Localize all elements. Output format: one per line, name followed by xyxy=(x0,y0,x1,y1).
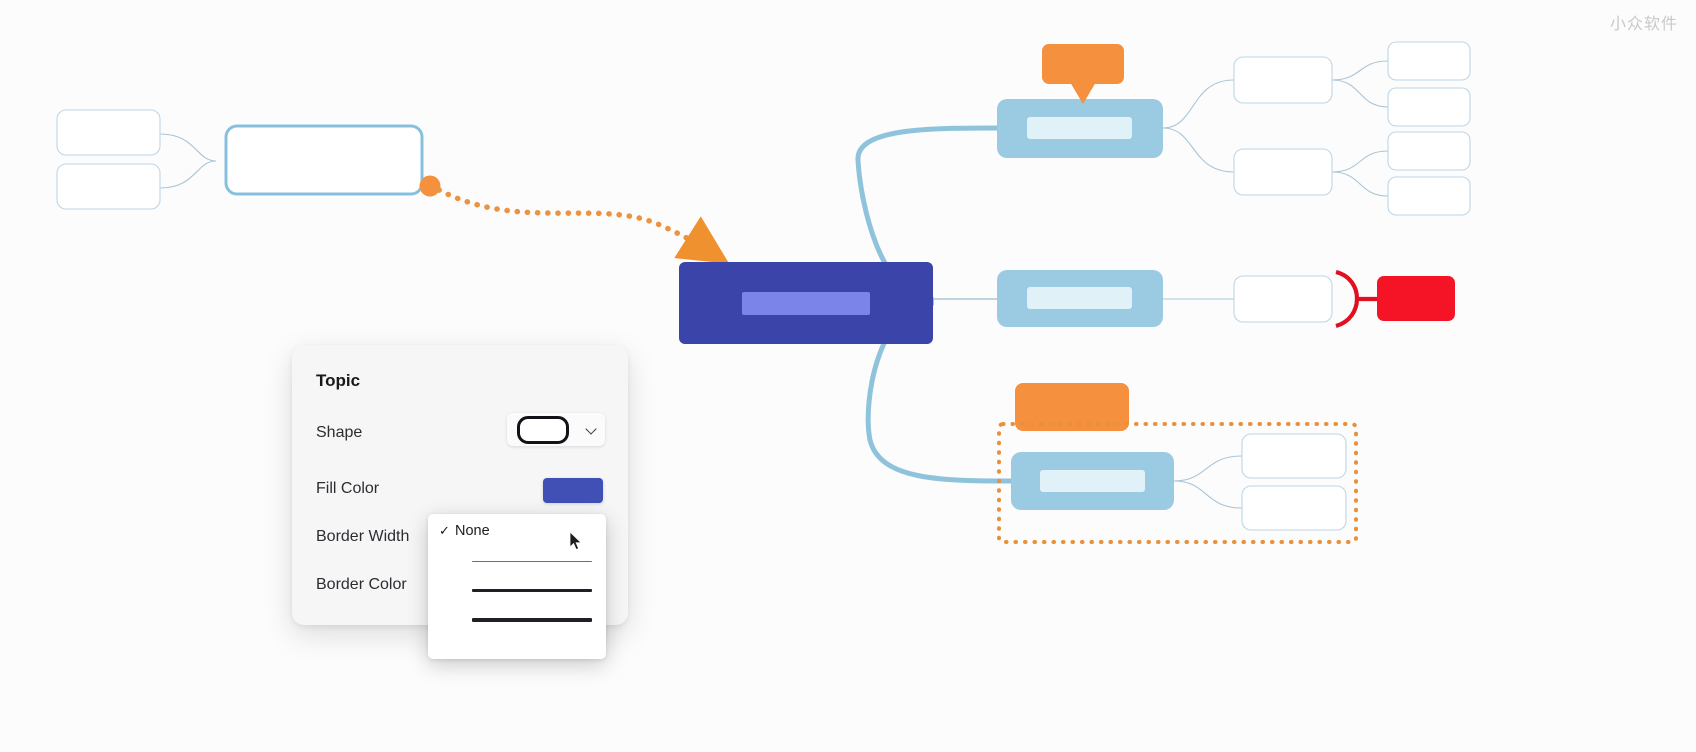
left-child-node-1[interactable] xyxy=(56,109,161,156)
child-node-6[interactable] xyxy=(1241,433,1347,479)
shape-select[interactable] xyxy=(507,413,605,446)
dropdown-item-label: None xyxy=(455,522,490,539)
line-weight-preview xyxy=(455,617,606,622)
subtopic-node-middle[interactable] xyxy=(997,270,1163,327)
red-connector xyxy=(1335,269,1378,329)
child-node-2[interactable] xyxy=(1233,148,1333,196)
lower-branch-connectors xyxy=(1173,455,1243,509)
border-width-label: Border Width xyxy=(316,528,410,545)
line-weight-preview xyxy=(455,560,606,563)
mindmap-canvas[interactable]: 小众软件 Topic Shape Fill Color Border Width… xyxy=(0,0,1696,752)
check-icon: ✓ xyxy=(439,523,450,538)
chevron-down-icon xyxy=(586,424,598,436)
line-weight-swatch xyxy=(472,589,592,592)
dropdown-item[interactable] xyxy=(428,547,606,576)
panel-title: Topic xyxy=(316,371,361,390)
grandchild-node-3[interactable] xyxy=(1387,131,1471,171)
mindmap-graph[interactable] xyxy=(0,0,1696,752)
subtopic-node-lower[interactable] xyxy=(1011,452,1174,510)
left-child-node-2[interactable] xyxy=(56,163,161,210)
line-weight-preview xyxy=(455,589,606,592)
shape-label: Shape xyxy=(316,424,363,441)
fill-color-swatch[interactable] xyxy=(543,478,603,503)
grandchild-node-2[interactable] xyxy=(1387,87,1471,127)
dropdown-item[interactable] xyxy=(428,576,606,605)
border-color-label: Border Color xyxy=(316,576,407,593)
line-weight-swatch xyxy=(472,560,592,563)
orange-drag-handle[interactable] xyxy=(419,175,441,197)
child-node-7[interactable] xyxy=(1241,485,1347,531)
mouse-cursor xyxy=(569,531,582,551)
grandchild-node-1[interactable] xyxy=(1387,41,1471,81)
line-weight-swatch xyxy=(472,617,592,622)
child-node-1[interactable] xyxy=(1233,56,1333,104)
child-node-5[interactable] xyxy=(1233,275,1333,323)
fill-color-label: Fill Color xyxy=(316,480,380,497)
orange-callout-tooltip[interactable] xyxy=(1042,44,1124,104)
dotted-relationship-arrow[interactable] xyxy=(436,187,730,264)
dropdown-item[interactable] xyxy=(428,605,606,634)
subtopic-node-upper[interactable] xyxy=(997,99,1163,158)
left-branch-connectors xyxy=(159,133,217,189)
central-topic-node[interactable] xyxy=(679,262,933,344)
grandchild-node-4[interactable] xyxy=(1387,176,1471,216)
red-highlight-node[interactable] xyxy=(1377,276,1455,321)
left-selected-node[interactable] xyxy=(224,124,424,196)
rounded-rectangle-icon xyxy=(517,415,569,444)
